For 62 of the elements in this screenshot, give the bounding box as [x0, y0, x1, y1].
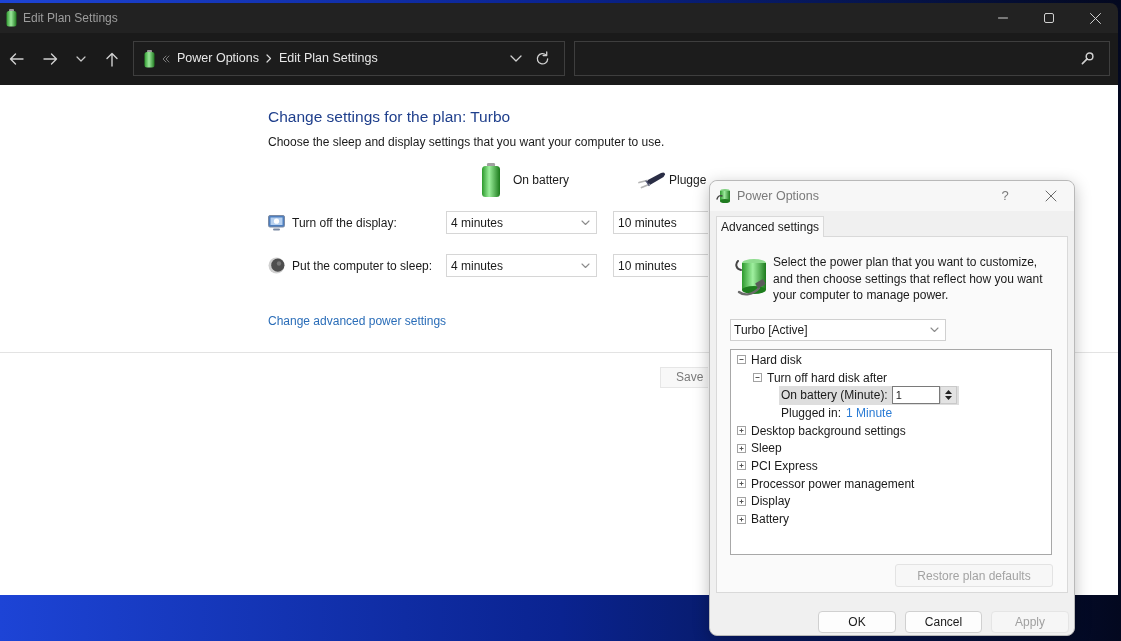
chevron-right-icon [266, 54, 272, 63]
chevron-down-icon[interactable] [510, 55, 522, 62]
battery-icon [481, 163, 501, 197]
minus-box-icon[interactable] [753, 373, 762, 383]
battery-plug-icon [716, 188, 732, 204]
sphere-icon [268, 257, 285, 274]
dropdown[interactable]: 4 minutes [446, 254, 597, 277]
tree-item[interactable]: Plugged in: 1 Minute [779, 404, 895, 421]
advanced-settings-link[interactable]: Change advanced power settings [268, 313, 447, 329]
monitor-icon [268, 214, 285, 231]
triangle-up-icon[interactable] [944, 390, 952, 395]
tree-item[interactable]: PCI Express [751, 457, 818, 474]
number-field[interactable]: 1 [891, 386, 940, 405]
double-chevron-icon[interactable] [162, 54, 170, 63]
dropdown[interactable]: 10 minutes [613, 211, 708, 234]
tree-item[interactable]: Display [751, 493, 791, 510]
window-title: Edit Plan Settings [23, 10, 118, 27]
breadcrumb[interactable]: Edit Plan Settings [279, 49, 378, 68]
column-header: On battery [513, 172, 570, 189]
page-heading: Change settings for the plan: Turbo [268, 107, 511, 127]
dropdown[interactable]: 10 minutes [613, 254, 708, 277]
back-arrow-icon[interactable] [8, 52, 24, 66]
intro-text: Choose the sleep and display settings that you want your computer to use. [268, 134, 665, 150]
plus-box-icon[interactable] [737, 426, 746, 436]
minus-box-icon[interactable] [737, 355, 746, 365]
tree-item[interactable]: Desktop background settings [751, 422, 906, 439]
tree-item[interactable]: Turn off hard disk after [767, 369, 888, 386]
plus-box-icon[interactable] [737, 461, 746, 471]
column-header: Plugge [669, 172, 707, 189]
chevron-down-icon[interactable] [76, 56, 86, 62]
breadcrumb[interactable]: Power Options [177, 49, 259, 68]
tree-item[interactable]: Processor power management [751, 475, 915, 492]
plus-box-icon[interactable] [737, 496, 746, 506]
dropdown[interactable]: 4 minutes [446, 211, 597, 234]
refresh-icon[interactable] [535, 51, 550, 66]
plan-dropdown[interactable]: Turbo [Active] [730, 319, 946, 341]
battery-icon [6, 9, 17, 27]
dialog-button[interactable]: Cancel [905, 611, 982, 633]
value-link[interactable]: 1 Minute [846, 404, 893, 421]
battery-icon [144, 49, 155, 68]
dialog-button[interactable]: OK [818, 611, 896, 633]
plus-box-icon[interactable] [737, 514, 746, 524]
address-bar[interactable]: Power Options Edit Plan Settings [133, 41, 565, 76]
help-button[interactable]: ? [1001, 186, 1009, 206]
tree-item[interactable]: Sleep [751, 440, 782, 457]
plus-box-icon[interactable] [737, 479, 746, 489]
tree-item[interactable]: Battery [751, 511, 789, 528]
maximize-icon[interactable] [1044, 13, 1054, 23]
description-text: Select the power plan that you want to customize, and then choose settings that reflect how you want your computer to manage power. [773, 254, 1044, 304]
plus-box-icon[interactable] [737, 443, 746, 453]
forward-arrow-icon[interactable] [42, 52, 58, 66]
search-field[interactable] [574, 41, 1110, 76]
dialog-title: Power Options [737, 187, 819, 205]
close-icon[interactable] [1045, 190, 1057, 202]
up-arrow-icon[interactable] [105, 51, 119, 67]
setting-label: Turn off the display: [292, 214, 398, 232]
tree-item[interactable]: Hard disk [751, 351, 802, 368]
tab[interactable]: Advanced settings [716, 216, 825, 237]
search-icon[interactable] [1081, 52, 1094, 65]
setting-label: Put the computer to sleep: [292, 257, 434, 275]
triangle-down-icon[interactable] [944, 396, 952, 401]
tree-item[interactable]: On battery (Minute): 1 [779, 385, 959, 405]
